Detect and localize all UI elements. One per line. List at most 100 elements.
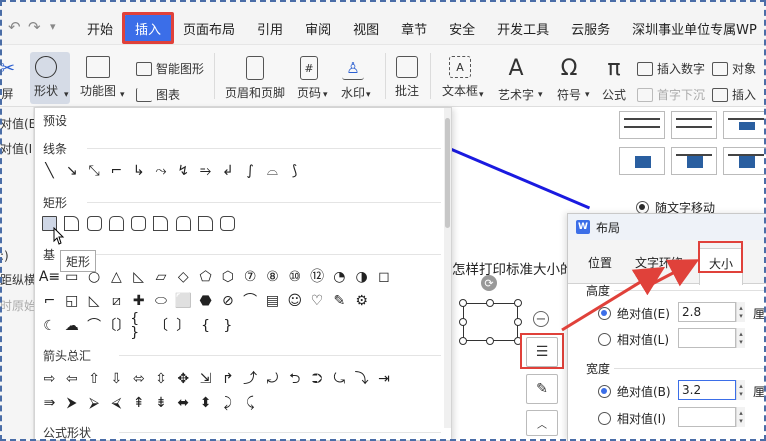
basic-shape-option[interactable]: ▤ <box>264 292 281 309</box>
rotate-handle-icon[interactable]: ⟳ <box>481 275 497 291</box>
resize-handle[interactable] <box>514 318 522 326</box>
arrow-shape-option[interactable]: ⮞ <box>63 394 80 411</box>
basic-shape-option[interactable]: ⌒ <box>242 292 259 309</box>
dropcap-button[interactable]: 首字下沉 <box>637 86 705 103</box>
resize-handle[interactable] <box>459 318 467 326</box>
watermark-button[interactable]: ♙ 水印 <box>341 56 365 101</box>
wrap-option[interactable] <box>619 147 665 175</box>
insert-attachment-button[interactable]: 插入 <box>712 86 756 103</box>
arrow-shape-option[interactable]: ⇨ <box>41 370 58 387</box>
line-shape-option[interactable]: ⤡ <box>86 162 103 179</box>
basic-shape-option[interactable]: ⬠ <box>197 268 214 285</box>
more-tool-button[interactable]: ︿ <box>526 410 558 436</box>
width-absolute-option[interactable]: 绝对值(B) <box>598 383 671 400</box>
formula-button[interactable]: π 公式 <box>602 56 626 103</box>
basic-shape-option[interactable]: ⬡ <box>219 268 236 285</box>
tab-cloud[interactable]: 云服务 <box>560 15 621 42</box>
basic-shape-option[interactable]: ⌒ <box>86 317 103 334</box>
basic-shape-option[interactable]: ⊘ <box>219 292 236 309</box>
arrow-shape-option[interactable]: ⤴ <box>242 370 259 387</box>
basic-shape-option[interactable]: ⬣ <box>197 292 214 309</box>
tab-security[interactable]: 安全 <box>438 15 486 42</box>
basic-shape-option[interactable]: ☾ <box>41 317 58 334</box>
width-relative-option[interactable]: 相对值(I) <box>598 410 666 427</box>
arrow-shape-option[interactable]: ⇥ <box>375 370 392 387</box>
rect-shape-option[interactable] <box>175 216 191 231</box>
basic-shape-option[interactable]: ◇ <box>175 268 192 285</box>
height-spinner[interactable]: ▴ ▾ <box>736 302 745 322</box>
rect-shape-option[interactable] <box>131 216 147 231</box>
header-footer-button[interactable]: 页眉和页脚 <box>225 56 285 101</box>
symbol-button[interactable]: Ω 符号 <box>557 56 581 103</box>
height-relative-input[interactable] <box>678 328 736 348</box>
arrow-shape-option[interactable]: ⤹ <box>242 394 259 411</box>
basic-shape-option[interactable]: ◑ <box>353 268 370 285</box>
dropdown-scrollbar-thumb[interactable] <box>445 118 450 228</box>
arrow-shape-option[interactable]: ⇛ <box>41 394 58 411</box>
watermark-dropdown-icon[interactable]: ▾ <box>366 90 371 100</box>
object-button[interactable]: 对象 <box>712 60 756 77</box>
width-absolute-input[interactable]: 3.2 <box>678 380 736 400</box>
basic-shape-option[interactable]: { } <box>130 312 147 340</box>
line-shape-option[interactable]: ∫ <box>242 162 259 179</box>
width-relative-input[interactable] <box>678 407 736 427</box>
wrap-option[interactable] <box>723 111 766 139</box>
basic-shape-option[interactable]: ⬜ <box>175 292 192 309</box>
chart-button[interactable]: 图表 <box>136 86 180 103</box>
function-chart-button[interactable]: 功能图 <box>80 56 116 99</box>
selected-rectangle-shape[interactable] <box>463 303 518 341</box>
arrow-shape-option[interactable]: ⇦ <box>63 370 80 387</box>
arrow-shape-option[interactable]: ⤿ <box>331 370 348 387</box>
arttext-dropdown-icon[interactable]: ▾ <box>538 90 543 100</box>
basic-shape-option[interactable]: ✎ <box>331 292 348 309</box>
height-absolute-input[interactable]: 2.8 <box>678 302 736 322</box>
width-relative-radio[interactable] <box>598 412 611 425</box>
wrap-option[interactable] <box>671 111 717 139</box>
basic-shape-option[interactable]: ◺ <box>130 268 147 285</box>
basic-shape-option[interactable]: ◔ <box>331 268 348 285</box>
rect-shape-option[interactable] <box>220 216 236 231</box>
basic-shape-option[interactable]: ▱ <box>152 268 169 285</box>
symbol-dropdown-icon[interactable]: ▾ <box>585 90 590 100</box>
line-shape-option[interactable]: ⌓ <box>264 162 281 179</box>
tab-shenzhen[interactable]: 深圳事业单位专属WP <box>621 15 766 42</box>
basic-shape-option[interactable]: ⬭ <box>152 292 169 309</box>
wrap-option[interactable] <box>671 147 717 175</box>
height-relative-spinner[interactable]: ▴ ▾ <box>736 328 745 348</box>
tab-chapter[interactable]: 章节 <box>390 15 438 42</box>
resize-handle[interactable] <box>486 337 494 345</box>
insert-number-button[interactable]: 插入数字 <box>637 60 705 77</box>
resize-handle[interactable] <box>459 337 467 345</box>
arrow-shape-option[interactable]: ⬌ <box>175 394 192 411</box>
arrow-shape-option[interactable]: ⤾ <box>264 370 281 387</box>
arrow-shape-option[interactable]: ⤵ <box>353 370 370 387</box>
arrow-shape-option[interactable]: ⇟ <box>152 394 169 411</box>
basic-shape-option[interactable]: 〕 <box>175 317 192 334</box>
arrow-shape-option[interactable]: ⬄ <box>130 370 147 387</box>
resize-handle[interactable] <box>486 299 494 307</box>
rect-shape-option[interactable] <box>64 216 80 231</box>
shape-button[interactable]: 形状 <box>34 56 58 99</box>
line-shape-option[interactable]: ↯ <box>175 162 192 179</box>
basic-shape-option[interactable]: ⑩ <box>286 268 303 285</box>
basic-shape-option[interactable]: ⧄ <box>108 292 125 309</box>
tab-position[interactable]: 位置 <box>588 254 612 271</box>
basic-shape-option[interactable]: } <box>219 317 236 334</box>
basic-shape-option[interactable]: ◱ <box>63 292 80 309</box>
arrow-shape-option[interactable]: ⤸ <box>219 394 236 411</box>
rect-shape-option[interactable] <box>108 216 124 231</box>
quick-access-dropdown-icon[interactable]: ▾ <box>50 20 56 33</box>
basic-shape-option[interactable]: ♡ <box>309 292 326 309</box>
basic-shape-option[interactable]: { <box>197 317 214 334</box>
redo-icon[interactable]: ↷ <box>28 18 41 36</box>
height-relative-radio[interactable] <box>598 333 611 346</box>
line-shape-option[interactable]: ↳ <box>130 162 147 179</box>
rect-shape-option[interactable] <box>198 216 214 231</box>
page-number-dropdown-icon[interactable]: ▾ <box>323 90 328 100</box>
textbox-dropdown-icon[interactable]: ▾ <box>479 90 484 100</box>
textbox-button[interactable]: A 文本框 <box>442 56 478 99</box>
width-absolute-radio[interactable] <box>598 385 611 398</box>
line-shape-option[interactable]: ↲ <box>219 162 236 179</box>
tab-text-wrap[interactable]: 文字环绕 <box>635 254 683 271</box>
height-absolute-option[interactable]: 绝对值(E) <box>598 305 670 322</box>
